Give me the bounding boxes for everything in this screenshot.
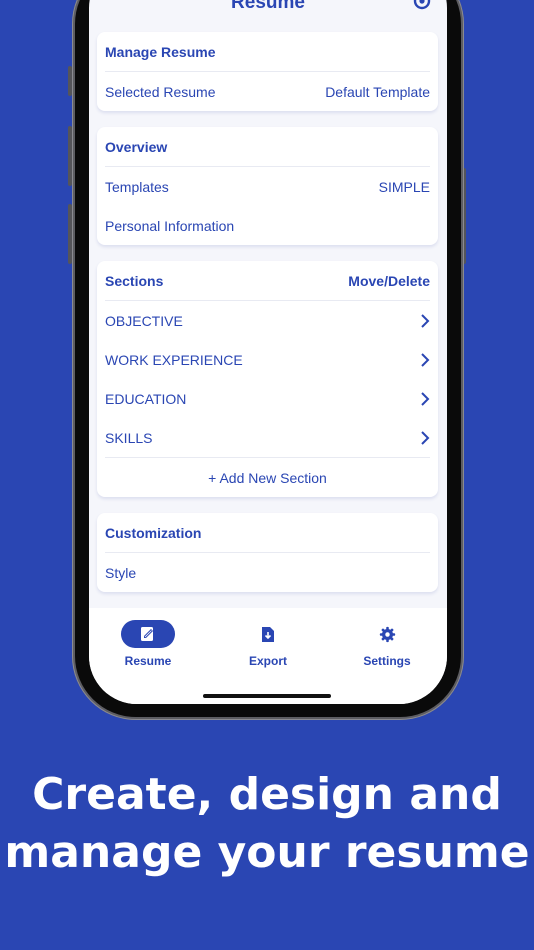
section-item-education[interactable]: EDUCATION [105,379,430,418]
card-header: Overview [105,127,430,167]
home-indicator[interactable] [203,694,331,698]
tab-label: Export [248,654,287,668]
personal-information-row[interactable]: Personal Information [105,206,430,245]
move-delete-button[interactable]: Move/Delete [348,273,430,289]
download-file-icon [262,626,274,642]
tab-active-indicator [121,620,175,648]
section-item-label: SKILLS [105,429,153,446]
section-item-skills[interactable]: SKILLS [105,418,430,457]
manage-resume-card: Manage Resume Selected Resume Default Te… [97,32,438,111]
overview-title: Overview [105,138,168,155]
sections-card: Sections Move/Delete OBJECTIVE WORK EXPE… [97,261,438,497]
templates-row[interactable]: Templates SIMPLE [105,167,430,206]
page-title: Resume [231,0,305,13]
chevron-right-icon [421,313,430,328]
section-item-label: WORK EXPERIENCE [105,351,243,368]
eye-icon[interactable] [413,0,431,10]
chevron-right-icon [421,352,430,367]
tab-label: Resume [124,654,172,668]
section-item-label: OBJECTIVE [105,312,183,329]
chevron-right-icon [421,391,430,406]
manage-resume-title: Manage Resume [105,43,216,60]
tab-resume[interactable]: Resume [98,620,198,668]
selected-resume-value: Default Template [325,83,430,100]
overview-card: Overview Templates SIMPLE Personal Infor… [97,127,438,245]
selected-resume-label: Selected Resume [105,83,216,100]
sections-title: Sections [105,272,164,289]
card-header: Manage Resume [105,32,430,72]
templates-value: SIMPLE [378,178,430,195]
edit-document-icon [141,627,153,641]
chevron-right-icon [421,430,430,445]
tagline-line-2: manage your resume [4,827,530,878]
card-header: Customization [105,513,430,553]
customization-card: Customization Style [97,513,438,592]
style-label: Style [105,564,137,581]
tagline-line-1: Create, design and [32,769,502,820]
tab-export[interactable]: Export [218,620,318,668]
gear-icon [379,626,395,642]
marketing-tagline: Create, design and manage your resume [0,766,534,882]
section-item-label: EDUCATION [105,390,187,407]
add-new-section-label: + Add New Section [208,469,327,486]
section-item-work-experience[interactable]: WORK EXPERIENCE [105,340,430,379]
card-header: Sections Move/Delete [105,261,430,301]
tab-settings[interactable]: Settings [337,620,437,668]
personal-information-label: Personal Information [105,217,235,234]
selected-resume-row[interactable]: Selected Resume Default Template [105,72,430,111]
add-new-section-button[interactable]: + Add New Section [105,457,430,497]
templates-label: Templates [105,178,169,195]
tab-label: Settings [363,654,411,668]
tab-bar: Resume Export Settings [89,608,447,704]
customization-title: Customization [105,524,202,541]
tab-icon-container [241,620,295,648]
style-row[interactable]: Style [105,553,430,592]
section-item-objective[interactable]: OBJECTIVE [105,301,430,340]
app-screen: Resume Manage Resume Selected Resume Def… [89,0,447,704]
tab-icon-container [360,620,414,648]
